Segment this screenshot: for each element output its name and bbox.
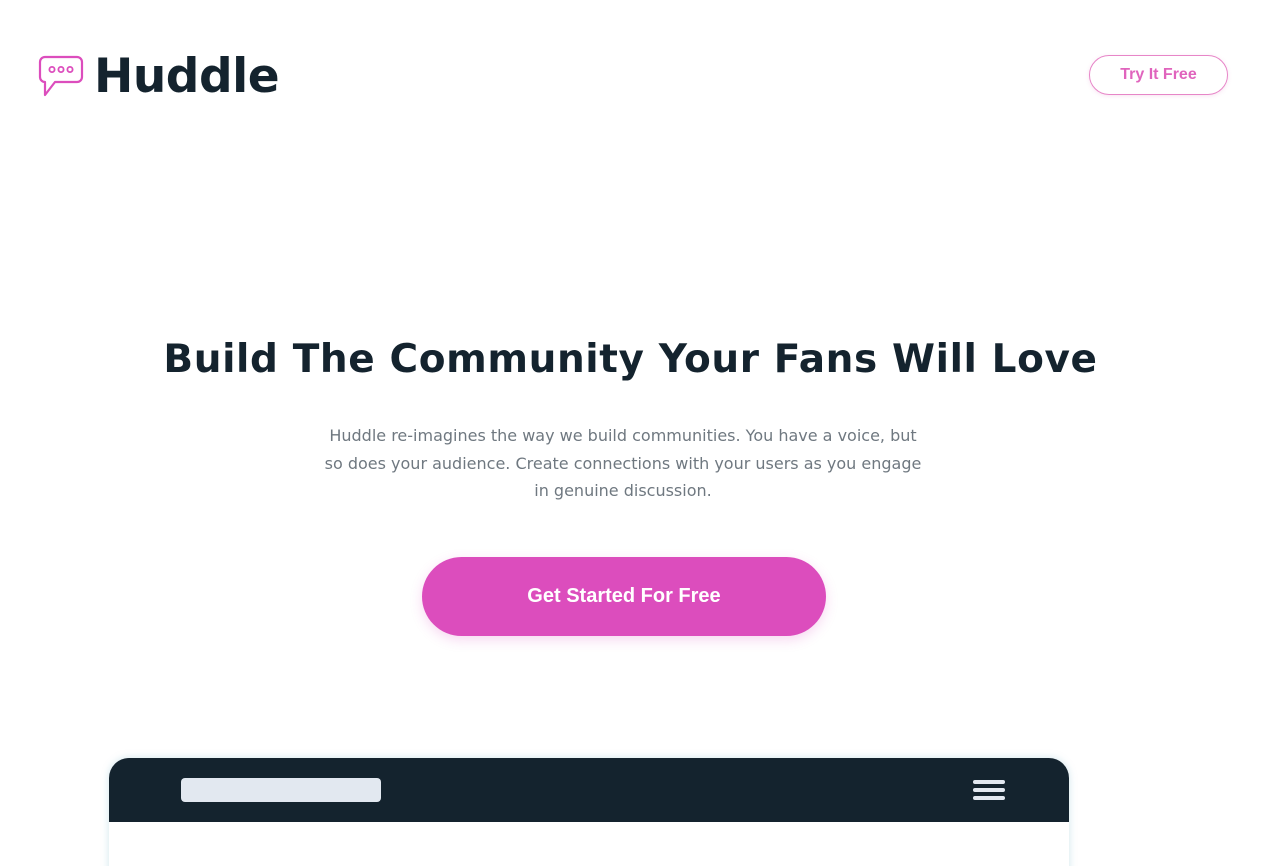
mockup-navbar <box>109 758 1069 822</box>
hamburger-menu-icon <box>973 778 1005 802</box>
logo[interactable]: Huddle <box>38 49 280 104</box>
get-started-button[interactable]: Get Started For Free <box>422 557 826 636</box>
brand-name: Huddle <box>94 49 280 104</box>
landing-page: Huddle Try It Free Build The Community Y… <box>0 0 1261 866</box>
hero-description: Huddle re-imagines the way we build comm… <box>324 426 922 500</box>
chat-bubble-icon <box>38 55 84 97</box>
hero-title: Build The Community Your Fans Will Love <box>163 337 1098 382</box>
try-it-free-button[interactable]: Try It Free <box>1089 55 1228 95</box>
app-mockup <box>109 758 1069 866</box>
mockup-search-placeholder <box>181 778 381 802</box>
